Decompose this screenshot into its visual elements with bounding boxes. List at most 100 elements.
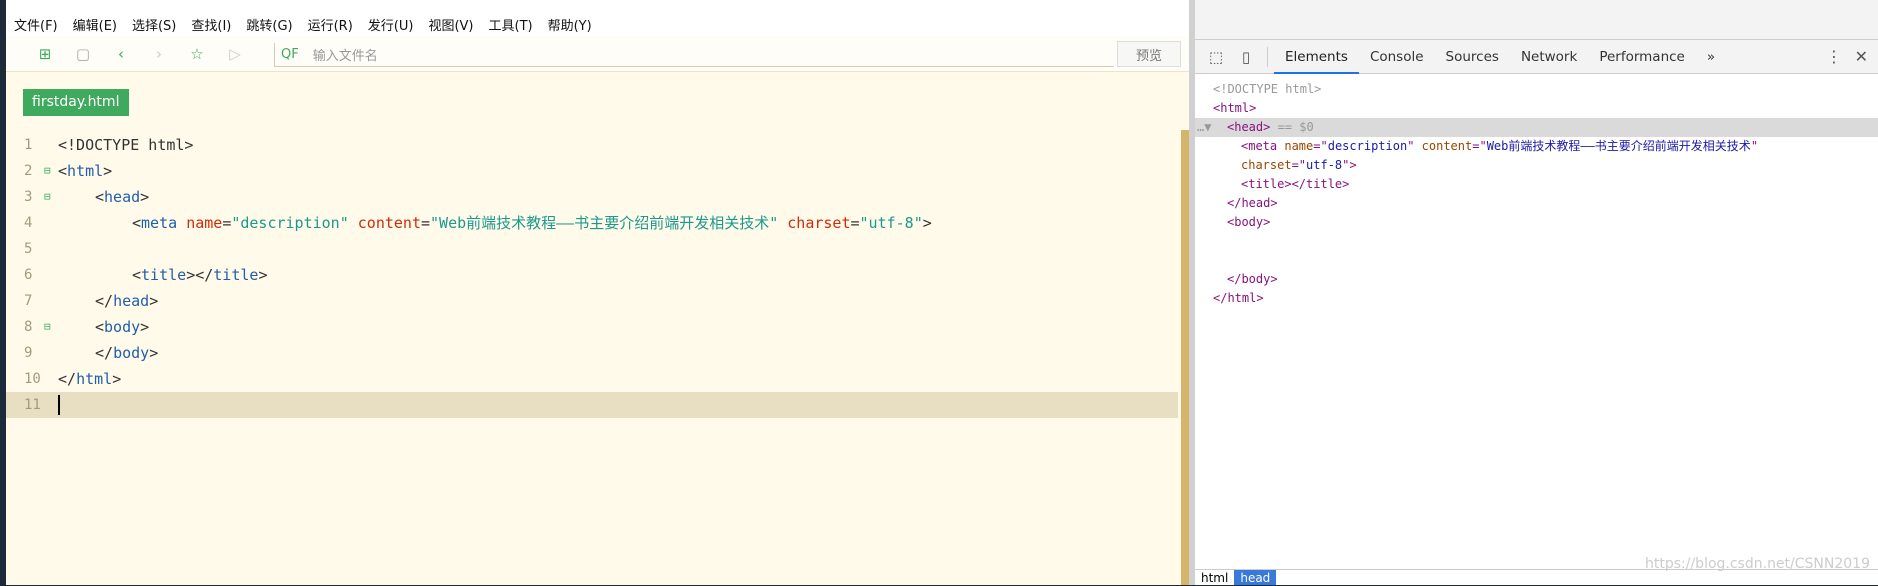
code-line[interactable]: 11 bbox=[6, 392, 1178, 418]
menu-item[interactable]: 帮助(Y) bbox=[548, 15, 592, 34]
code-token: html bbox=[67, 162, 104, 180]
devtools-panel: ⬚ ▯ Elements Console Sources Network Perform… bbox=[1195, 0, 1878, 585]
save-icon[interactable]: ▢ bbox=[64, 45, 102, 63]
dom-token: </head> bbox=[1227, 196, 1278, 210]
fold-toggle-icon[interactable]: ⊟ bbox=[44, 158, 51, 184]
code-token: head bbox=[104, 188, 141, 206]
code-token: > bbox=[112, 370, 122, 388]
menu-item[interactable]: 发行(U) bbox=[368, 15, 414, 34]
code-token: "Web前端技术教程——书主要介绍前端开发相关技术" bbox=[430, 214, 788, 232]
code-token: </ bbox=[58, 370, 77, 388]
dom-node[interactable]: </html> bbox=[1195, 289, 1878, 308]
kebab-menu-icon[interactable]: ⋮ bbox=[1826, 47, 1842, 66]
device-toggle-icon[interactable]: ▯ bbox=[1231, 48, 1261, 66]
menu-item[interactable]: 跳转(G) bbox=[246, 15, 292, 34]
close-icon[interactable]: ✕ bbox=[1855, 47, 1868, 66]
new-file-icon[interactable]: ⊞ bbox=[26, 45, 64, 63]
tab-elements[interactable]: Elements bbox=[1274, 40, 1359, 74]
expand-arrow-icon[interactable]: …▼ bbox=[1197, 118, 1211, 137]
editor-window: 文件(F) 编辑(E) 选择(S) 查找(I) 跳转(G) 运行(R) 发行(U) 视图(V)… bbox=[6, 0, 1189, 585]
code-token: > bbox=[149, 292, 159, 310]
line-number: 4 bbox=[24, 215, 33, 231]
code-text: <html> bbox=[58, 158, 112, 184]
browser-area bbox=[1195, 0, 1878, 40]
text-cursor bbox=[58, 395, 60, 415]
dom-node[interactable]: <meta name="description" content="Web前端技… bbox=[1195, 137, 1878, 156]
dom-node[interactable] bbox=[1195, 232, 1878, 251]
code-token: body bbox=[113, 344, 150, 362]
dom-node[interactable]: </head> bbox=[1195, 194, 1878, 213]
back-icon[interactable]: ‹ bbox=[102, 45, 140, 63]
dom-node[interactable]: </body> bbox=[1195, 270, 1878, 289]
star-icon[interactable]: ☆ bbox=[178, 45, 216, 63]
code-line[interactable]: 8 ⊟ <body> bbox=[6, 314, 1178, 340]
code-token: head bbox=[113, 292, 150, 310]
code-line[interactable]: 3 ⊟ <head> bbox=[6, 184, 1178, 210]
dom-node[interactable]: <!DOCTYPE html> bbox=[1195, 80, 1878, 99]
menu-item[interactable]: 文件(F) bbox=[14, 15, 58, 34]
menu-item[interactable]: 选择(S) bbox=[132, 15, 176, 34]
fold-toggle-icon[interactable]: ⊟ bbox=[44, 184, 51, 210]
dom-node[interactable]: …▼ <head> == $0 bbox=[1195, 118, 1878, 137]
breadcrumb-html[interactable]: html bbox=[1195, 570, 1234, 585]
line-number: 9 bbox=[24, 345, 33, 361]
code-line[interactable]: 9 </body> bbox=[6, 340, 1178, 366]
code-text: </body> bbox=[95, 340, 158, 366]
menu-item[interactable]: 查找(I) bbox=[191, 15, 231, 34]
dom-token: utf-8 bbox=[1306, 158, 1343, 172]
code-line[interactable]: 5 bbox=[6, 236, 1178, 262]
breadcrumb-head[interactable]: head bbox=[1234, 570, 1277, 585]
dom-node[interactable] bbox=[1195, 251, 1878, 270]
dom-token: =" bbox=[1472, 139, 1487, 153]
line-number: 2 bbox=[24, 163, 33, 179]
code-line[interactable]: 7 </head> bbox=[6, 288, 1178, 314]
menu-item[interactable]: 视图(V) bbox=[428, 15, 473, 34]
line-number: 7 bbox=[24, 293, 33, 309]
menu-item[interactable]: 运行(R) bbox=[308, 15, 353, 34]
code-token: > bbox=[140, 188, 150, 206]
menu-item[interactable]: 编辑(E) bbox=[73, 15, 117, 34]
inspect-element-icon[interactable]: ⬚ bbox=[1201, 48, 1231, 66]
code-line[interactable]: 10 </html> bbox=[6, 366, 1178, 392]
code-text: </html> bbox=[58, 366, 121, 392]
code-token: = bbox=[222, 214, 232, 232]
code-line[interactable]: 4 <meta name="description" content="Web前端… bbox=[6, 210, 1178, 236]
tab-performance[interactable]: Performance bbox=[1588, 40, 1696, 74]
run-icon[interactable]: ▷ bbox=[216, 45, 254, 63]
code-token: > bbox=[922, 214, 932, 232]
line-number: 8 bbox=[24, 319, 33, 335]
code-line[interactable]: 1 <!DOCTYPE html> bbox=[6, 132, 1178, 158]
dom-node[interactable]: charset="utf-8"> bbox=[1195, 156, 1878, 175]
dom-node[interactable]: <title></title> bbox=[1195, 175, 1878, 194]
file-search-input[interactable]: QF 输入文件名 bbox=[274, 43, 1114, 67]
vertical-scrollbar[interactable] bbox=[1181, 130, 1189, 585]
code-text: </head> bbox=[95, 288, 158, 314]
dom-token: <body> bbox=[1227, 215, 1271, 229]
code-token: = bbox=[421, 214, 431, 232]
code-token: > bbox=[140, 318, 150, 336]
dom-node[interactable]: <html> bbox=[1195, 99, 1878, 118]
code-line[interactable]: 2 ⊟ <html> bbox=[6, 158, 1178, 184]
tab-console[interactable]: Console bbox=[1359, 40, 1435, 74]
code-token: name bbox=[186, 214, 223, 232]
code-text: <!DOCTYPE html> bbox=[58, 132, 193, 158]
dom-node[interactable]: <body> bbox=[1195, 213, 1878, 232]
code-token: > bbox=[103, 162, 113, 180]
code-token: = bbox=[850, 214, 860, 232]
file-tab[interactable]: firstday.html bbox=[23, 89, 129, 116]
tab-sources[interactable]: Sources bbox=[1435, 40, 1510, 74]
menu-item[interactable]: 工具(T) bbox=[489, 15, 533, 34]
more-tabs-button[interactable]: » bbox=[1696, 40, 1726, 74]
line-number: 6 bbox=[24, 267, 33, 283]
code-token: title bbox=[213, 266, 259, 284]
code-editor[interactable]: 1 <!DOCTYPE html> 2 ⊟ <html> 3 ⊟ <head> 4 <meta n… bbox=[6, 132, 1178, 418]
preview-button[interactable]: 预览 bbox=[1117, 41, 1181, 67]
breadcrumb: html head bbox=[1195, 569, 1878, 585]
forward-icon[interactable]: › bbox=[140, 45, 178, 63]
devtools-tabs: Elements Console Sources Network Performance bbox=[1274, 40, 1696, 74]
code-token: > bbox=[149, 344, 159, 362]
code-line[interactable]: 6 <title></title> bbox=[6, 262, 1178, 288]
tab-network[interactable]: Network bbox=[1510, 40, 1588, 74]
code-token: </ bbox=[95, 292, 114, 310]
fold-toggle-icon[interactable]: ⊟ bbox=[44, 314, 51, 340]
